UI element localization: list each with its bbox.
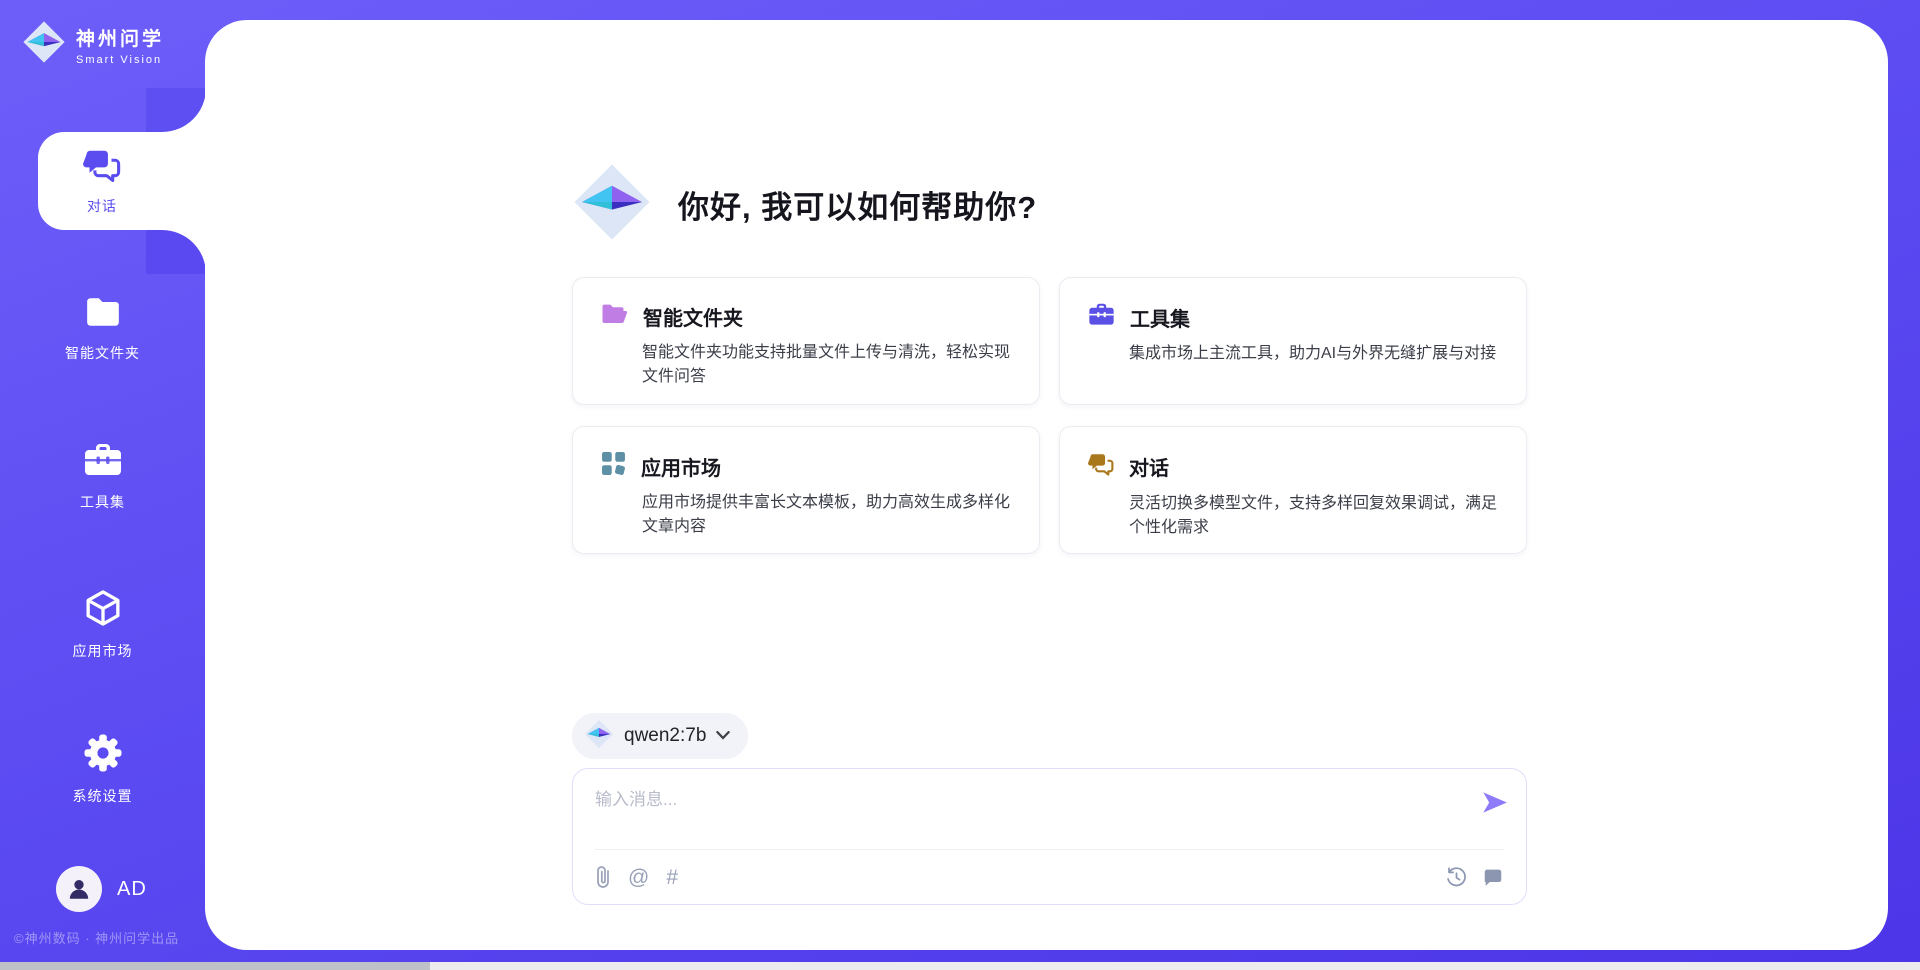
message-input-box: @ # xyxy=(572,768,1527,905)
chat-bubble-icon[interactable] xyxy=(1482,866,1504,888)
app-logo[interactable]: 神州问学 Smart Vision xyxy=(22,20,164,69)
scrollbar-thumb[interactable] xyxy=(0,962,430,970)
copyright-text: ©神州数码 · 神州问学出品 xyxy=(14,928,179,947)
toolbox-icon xyxy=(1088,302,1115,332)
sidebar-item-label: 智能文件夹 xyxy=(65,343,140,363)
card-title: 应用市场 xyxy=(641,452,721,481)
card-title: 智能文件夹 xyxy=(643,302,743,331)
card-description: 应用市场提供丰富长文本模板，助力高效生成多样化文章内容 xyxy=(642,491,1011,540)
greeting-title: 你好, 我可以如何帮助你? xyxy=(678,182,1037,227)
horizontal-scrollbar[interactable] xyxy=(0,962,1920,970)
tab-notch-top xyxy=(146,88,206,132)
card-description: 灵活切换多模型文件，支持多样回复效果调试，满足个性化需求 xyxy=(1129,492,1498,541)
at-icon[interactable]: @ xyxy=(628,867,649,888)
paperclip-icon[interactable] xyxy=(595,865,611,889)
user-initials: AD xyxy=(117,878,147,901)
history-icon[interactable] xyxy=(1445,866,1468,889)
sidebar-item-label: 系统设置 xyxy=(73,786,133,806)
sidebar-item-smart-folder[interactable]: 智能文件夹 xyxy=(0,295,205,363)
sidebar-item-chat[interactable]: 对话 xyxy=(38,132,206,230)
gear-icon xyxy=(84,734,122,777)
main-panel: 你好, 我可以如何帮助你? 智能文件夹 智能文件夹功能支持批量文件上传与清洗，轻… xyxy=(205,20,1888,950)
card-description: 智能文件夹功能支持批量文件上传与清洗，轻松实现文件问答 xyxy=(642,341,1011,390)
cube-icon xyxy=(84,589,122,632)
message-input[interactable] xyxy=(595,785,1445,837)
model-name: qwen2:7b xyxy=(624,725,706,747)
brand-name: 神州问学 xyxy=(76,24,164,51)
sidebar-item-settings[interactable]: 系统设置 xyxy=(0,734,205,806)
composer: qwen2:7b xyxy=(572,713,1527,905)
card-description: 集成市场上主流工具，助力AI与外界无缝扩展与对接 xyxy=(1129,342,1498,366)
avatar xyxy=(56,866,102,912)
chat-icon xyxy=(83,146,121,189)
chevron-down-icon xyxy=(716,727,730,745)
model-gem-icon xyxy=(584,719,614,754)
card-smart-folder[interactable]: 智能文件夹 智能文件夹功能支持批量文件上传与清洗，轻松实现文件问答 xyxy=(572,277,1040,405)
folder-open-icon xyxy=(601,302,628,331)
tab-notch-bottom xyxy=(146,230,206,274)
hash-icon[interactable]: # xyxy=(666,867,678,888)
send-icon xyxy=(1481,791,1508,814)
sidebar-item-toolset[interactable]: 工具集 xyxy=(0,442,205,512)
sidebar-item-app-market[interactable]: 应用市场 xyxy=(0,589,205,661)
send-button[interactable] xyxy=(1481,791,1508,817)
sidebar-item-label: 应用市场 xyxy=(73,641,133,661)
greeting-block: 你好, 我可以如何帮助你? xyxy=(572,162,1037,247)
card-app-market[interactable]: 应用市场 应用市场提供丰富长文本模板，助力高效生成多样化文章内容 xyxy=(572,426,1040,554)
toolbox-icon xyxy=(83,442,123,483)
person-icon xyxy=(66,876,92,902)
folder-icon xyxy=(84,295,122,334)
card-title: 对话 xyxy=(1129,452,1169,481)
card-title: 工具集 xyxy=(1130,303,1190,332)
brand-gem-icon xyxy=(22,20,66,69)
brand-subname: Smart Vision xyxy=(76,54,164,66)
model-selector[interactable]: qwen2:7b xyxy=(572,713,748,759)
card-chat[interactable]: 对话 灵活切换多模型文件，支持多样回复效果调试，满足个性化需求 xyxy=(1059,426,1527,554)
app-grid-icon xyxy=(601,451,626,481)
sidebar: 神州问学 Smart Vision 对话 智能文件夹 xyxy=(0,0,205,970)
greeting-gem-icon xyxy=(572,162,652,247)
user-profile[interactable]: AD xyxy=(56,866,147,912)
chat-icon xyxy=(1088,451,1114,482)
sidebar-item-label: 对话 xyxy=(87,196,117,216)
input-divider xyxy=(595,849,1504,850)
sidebar-item-label: 工具集 xyxy=(80,492,125,512)
feature-cards: 智能文件夹 智能文件夹功能支持批量文件上传与清洗，轻松实现文件问答 工具集 xyxy=(572,277,1527,554)
card-toolset[interactable]: 工具集 集成市场上主流工具，助力AI与外界无缝扩展与对接 xyxy=(1059,277,1527,405)
